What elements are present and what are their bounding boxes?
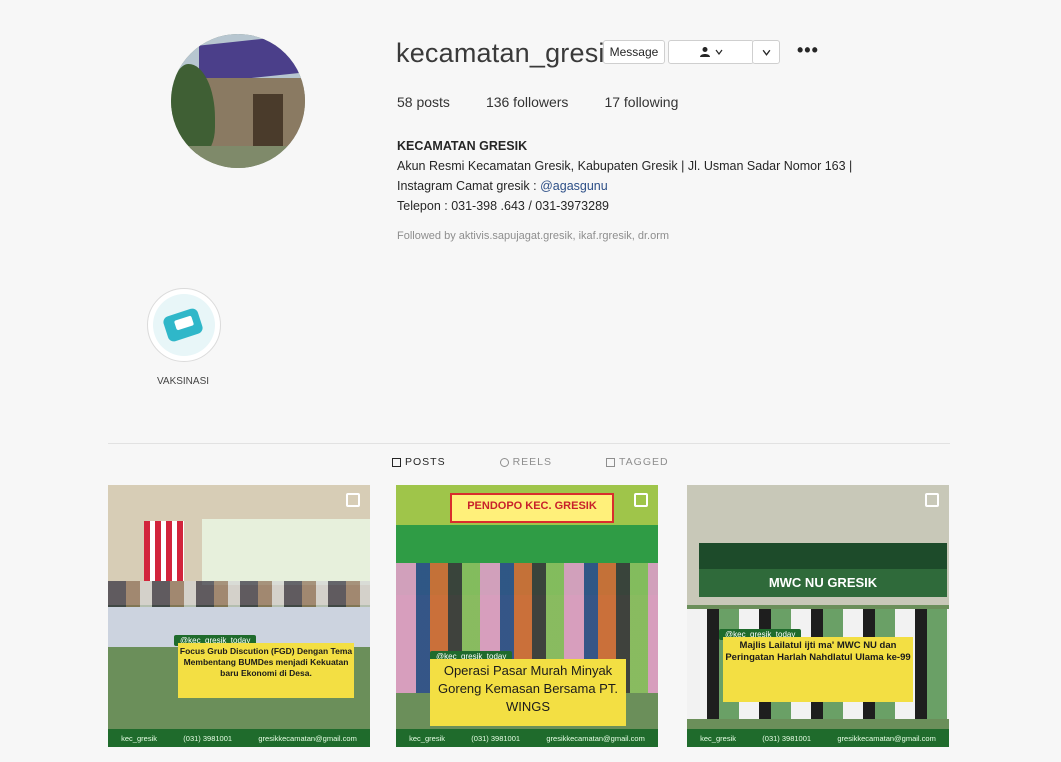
footer-phone: (031) 3981001 xyxy=(183,733,233,743)
suggested-accounts-button[interactable] xyxy=(752,40,780,64)
footer-handle: kec_gresik xyxy=(409,733,445,743)
tab-label: POSTS xyxy=(405,456,446,468)
highlight-label: VAKSINASI xyxy=(156,376,210,387)
post-title-text: PENDOPO KEC. GRESIK xyxy=(467,500,597,512)
chevron-down-icon xyxy=(715,49,723,55)
message-button[interactable]: Message xyxy=(603,40,665,64)
following-button[interactable] xyxy=(668,40,754,64)
profile-stats: 58 posts 136 followers 17 following xyxy=(397,94,678,110)
reels-icon xyxy=(499,457,509,467)
tab-posts[interactable]: POSTS xyxy=(392,456,446,468)
grid-icon xyxy=(392,457,401,467)
bio-line: Telepon : 031-398 .643 / 031-3973289 xyxy=(397,199,609,213)
tab-tagged[interactable]: TAGGED xyxy=(606,456,669,468)
footer-handle: kec_gresik xyxy=(121,733,157,743)
footer-email: gresikkecamatan@gmail.com xyxy=(837,733,936,743)
following-count[interactable]: 17 following xyxy=(604,94,678,110)
followers-count[interactable]: 136 followers xyxy=(486,94,569,110)
profile-avatar[interactable] xyxy=(171,34,305,168)
followed-by-text[interactable]: Followed by aktivis.sapujagat.gresik, ik… xyxy=(397,230,669,242)
footer-email: gresikkecamatan@gmail.com xyxy=(258,733,357,743)
post-caption: Majlis Lailatul ijti ma' MWC NU dan Peri… xyxy=(723,637,913,702)
post-caption: Operasi Pasar Murah Minyak Goreng Kemasa… xyxy=(430,659,626,726)
tab-reels[interactable]: REELS xyxy=(499,456,553,468)
story-highlight[interactable] xyxy=(147,288,221,362)
profile-bio: KECAMATAN GRESIK Akun Resmi Kecamatan Gr… xyxy=(397,136,957,216)
footer-phone: (031) 3981001 xyxy=(762,733,812,743)
post-footer: kec_gresik (031) 3981001 gresikkecamatan… xyxy=(108,729,370,747)
bio-line: Akun Resmi Kecamatan Gresik, Kabupaten G… xyxy=(397,159,853,173)
bio-line: Instagram Camat gresik : @agasgunu xyxy=(397,176,957,196)
bio-mention-link[interactable]: @agasgunu xyxy=(540,179,608,193)
profile-username: kecamatan_gresik xyxy=(396,38,619,68)
post-scene-banner xyxy=(699,543,947,569)
footer-email: gresikkecamatan@gmail.com xyxy=(546,733,645,743)
post-thumbnail[interactable]: @kec_gresik_today Focus Grub Discution (… xyxy=(108,485,370,747)
post-banner-text: MWC NU GRESIK xyxy=(768,575,878,590)
bio-line-prefix: Instagram Camat gresik : xyxy=(397,179,541,193)
carousel-icon xyxy=(346,493,360,507)
post-footer: kec_gresik (031) 3981001 gresikkecamatan… xyxy=(396,729,658,747)
carousel-icon xyxy=(634,493,648,507)
post-scene-flags xyxy=(144,521,184,581)
post-scene-banner: MWC NU GRESIK xyxy=(699,569,947,597)
tab-label: TAGGED xyxy=(619,456,669,468)
post-thumbnail[interactable]: PENDOPO KEC. GRESIK @kec_gresik_today Op… xyxy=(396,485,658,747)
carousel-icon xyxy=(925,493,939,507)
post-scene-title: PENDOPO KEC. GRESIK xyxy=(450,493,614,523)
more-options-button[interactable]: ••• xyxy=(797,40,819,61)
post-thumbnail[interactable]: MWC NU GRESIK @kec_gresik_today Majlis L… xyxy=(687,485,949,747)
bio-name: KECAMATAN GRESIK xyxy=(397,139,528,153)
chevron-down-icon xyxy=(762,49,770,56)
person-icon xyxy=(700,47,710,57)
post-footer: kec_gresik (031) 3981001 gresikkecamatan… xyxy=(687,729,949,747)
posts-count: 58 posts xyxy=(397,94,450,110)
post-caption: Focus Grub Discution (FGD) Dengan Tema M… xyxy=(178,643,354,698)
profile-tabs: POSTS REELS TAGGED xyxy=(392,456,669,468)
vaccine-icon xyxy=(153,294,215,356)
footer-handle: kec_gresik xyxy=(700,733,736,743)
footer-phone: (031) 3981001 xyxy=(471,733,521,743)
avatar-door xyxy=(253,94,283,148)
post-scene-banner xyxy=(202,519,370,585)
tabs-divider xyxy=(108,443,950,444)
avatar-ground xyxy=(171,146,305,168)
tag-icon xyxy=(606,457,616,467)
tab-label: REELS xyxy=(512,456,553,468)
